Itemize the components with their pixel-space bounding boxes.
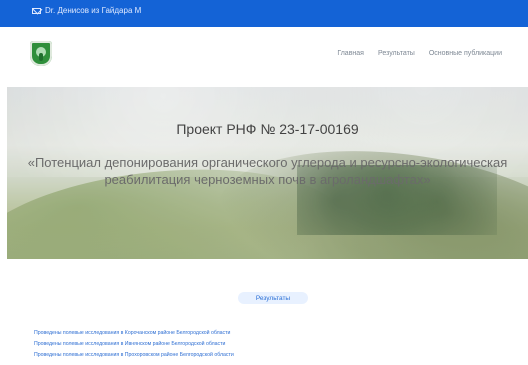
results-link-2[interactable]: Проведены полевые исследования в Ивнянск… <box>34 339 454 350</box>
results-section-label[interactable]: Результаты <box>238 292 308 304</box>
site-logo[interactable] <box>30 41 52 66</box>
nav-home[interactable]: Главная <box>337 50 364 57</box>
top-bar-contact[interactable]: Dr. Денисов из Гайдара М <box>32 6 141 15</box>
header: Главная Результаты Основные публикации <box>0 27 528 87</box>
top-bar-text: Dr. Денисов из Гайдара М <box>45 6 142 15</box>
results-links: Проведены полевые исследования в Корочан… <box>34 328 454 361</box>
results-link-1[interactable]: Проведены полевые исследования в Корочан… <box>34 328 454 339</box>
mail-icon <box>32 7 41 14</box>
hero-title: Проект РНФ № 23-17-00169 <box>176 121 359 137</box>
nav-publications[interactable]: Основные публикации <box>429 50 502 57</box>
top-bar: Dr. Денисов из Гайдара М <box>0 0 528 27</box>
hero-subtitle: «Потенциал депонирования органического у… <box>27 155 508 187</box>
results-link-3[interactable]: Проведены полевые исследования в Прохоро… <box>34 350 454 361</box>
main-nav: Главная Результаты Основные публикации <box>337 50 502 57</box>
nav-results[interactable]: Результаты <box>378 50 415 57</box>
hero-banner: Проект РНФ № 23-17-00169 «Потенциал депо… <box>7 87 528 259</box>
